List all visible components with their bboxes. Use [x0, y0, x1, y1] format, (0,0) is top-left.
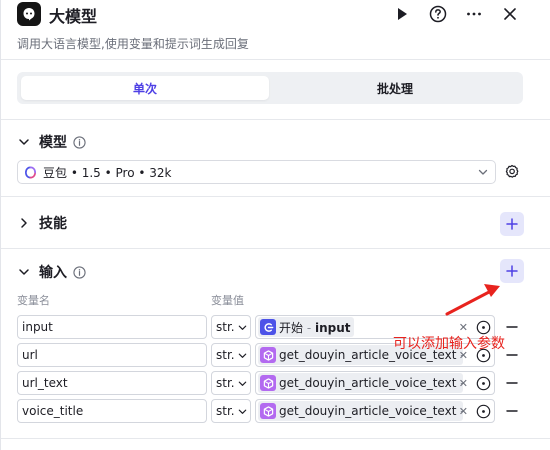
chevron-down-icon [19, 139, 29, 145]
input-section-title: 输入 [39, 265, 67, 281]
section-divider [1, 438, 550, 439]
variable-name-input[interactable]: url_text [17, 371, 207, 395]
variable-reference-tag: get_douyin_article_voice_text - [258, 373, 463, 393]
reference-variable-name: input [314, 320, 351, 335]
info-icon[interactable] [73, 265, 86, 279]
section-divider [1, 196, 550, 197]
plugin-node-icon [260, 403, 276, 419]
more-icon[interactable] [463, 3, 485, 25]
variable-value-reference[interactable]: get_douyin_article_voice_text - ✕ [255, 399, 495, 423]
remove-row-icon[interactable] [505, 376, 519, 390]
mode-batch-tab[interactable]: 批处理 [271, 76, 519, 100]
remove-row-icon[interactable] [505, 320, 519, 334]
mode-switch: 单次 批处理 [17, 72, 523, 104]
variable-reference-tag: get_douyin_article_voice_text - [258, 401, 463, 421]
model-settings-icon[interactable] [504, 164, 520, 180]
annotation-text: 可以添加输入参数 [393, 336, 505, 352]
help-icon[interactable] [427, 3, 449, 25]
mode-single-tab[interactable]: 单次 [21, 76, 269, 100]
remove-row-icon[interactable] [505, 348, 519, 362]
variable-type-value: str. [216, 404, 235, 418]
close-icon[interactable] [499, 3, 521, 25]
section-divider [1, 248, 550, 249]
add-input-button[interactable] [500, 259, 524, 283]
variable-type-select[interactable]: str. [211, 315, 251, 339]
variable-name-input[interactable]: voice_title [17, 399, 207, 423]
plugin-node-icon [260, 347, 276, 363]
variable-value-reference[interactable]: get_douyin_article_voice_text - ✕ [255, 371, 495, 395]
header-divider [1, 59, 550, 60]
section-divider [1, 119, 550, 120]
remove-row-icon[interactable] [505, 404, 519, 418]
column-header-name: 变量名 [17, 294, 50, 307]
variable-type-value: str. [216, 376, 235, 390]
column-header-value: 变量值 [211, 294, 244, 307]
variable-type-value: str. [216, 320, 235, 334]
panel-header: 大模型 [1, 0, 550, 30]
clear-reference-icon[interactable]: ✕ [459, 377, 468, 390]
variable-reference-tag: 开始 - input [258, 317, 354, 337]
plus-icon [506, 218, 518, 230]
model-select[interactable]: 豆包 • 1.5 • Pro • 32k [17, 160, 496, 184]
llm-node-panel: 大模型 调用大语言模型,使用变量和提示词生成回复 单次 批处理 模型 豆包 • … [0, 0, 550, 450]
doubao-logo-icon [25, 166, 36, 178]
chevron-down-icon [19, 269, 29, 275]
info-icon[interactable] [73, 135, 86, 149]
model-select-value: 豆包 • 1.5 • Pro • 32k [43, 165, 172, 180]
plugin-node-icon [260, 375, 276, 391]
variable-name-input[interactable]: url [17, 343, 207, 367]
model-section-header[interactable]: 模型 [17, 131, 86, 153]
add-skill-button[interactable] [500, 212, 524, 236]
variable-type-value: str. [216, 348, 235, 362]
reference-source-node: get_douyin_article_voice_text [279, 376, 457, 390]
plus-icon [506, 265, 518, 277]
skills-section-header[interactable]: 技能 [17, 212, 67, 234]
variable-name-input[interactable]: input [17, 315, 207, 339]
panel-title: 大模型 [49, 7, 98, 26]
reference-source-node: 开始 [279, 320, 304, 335]
reference-source-node: get_douyin_article_voice_text [279, 404, 457, 418]
chevron-down-icon [478, 169, 488, 175]
skills-section-title: 技能 [39, 216, 67, 232]
chevron-down-icon [237, 350, 248, 361]
input-section-header[interactable]: 输入 [17, 261, 86, 283]
variable-type-select[interactable]: str. [211, 343, 251, 367]
start-node-icon [260, 319, 276, 335]
input-row: voice_title str. get_douyin_article_voic… [17, 399, 527, 423]
chevron-down-icon [237, 378, 248, 389]
input-row: url_text str. get_douyin_article_voice_t… [17, 371, 527, 395]
run-icon[interactable] [391, 3, 413, 25]
llm-node-logo-icon [17, 2, 41, 26]
variable-type-select[interactable]: str. [211, 371, 251, 395]
chevron-right-icon [21, 218, 27, 228]
reference-separator: - [303, 320, 315, 335]
target-select-icon[interactable] [476, 376, 491, 391]
chevron-down-icon [237, 406, 248, 417]
model-section-title: 模型 [39, 135, 67, 151]
variable-type-select[interactable]: str. [211, 399, 251, 423]
target-select-icon[interactable] [476, 404, 491, 419]
chevron-down-icon [237, 322, 248, 333]
panel-description: 调用大语言模型,使用变量和提示词生成回复 [17, 37, 249, 51]
clear-reference-icon[interactable]: ✕ [459, 405, 468, 418]
